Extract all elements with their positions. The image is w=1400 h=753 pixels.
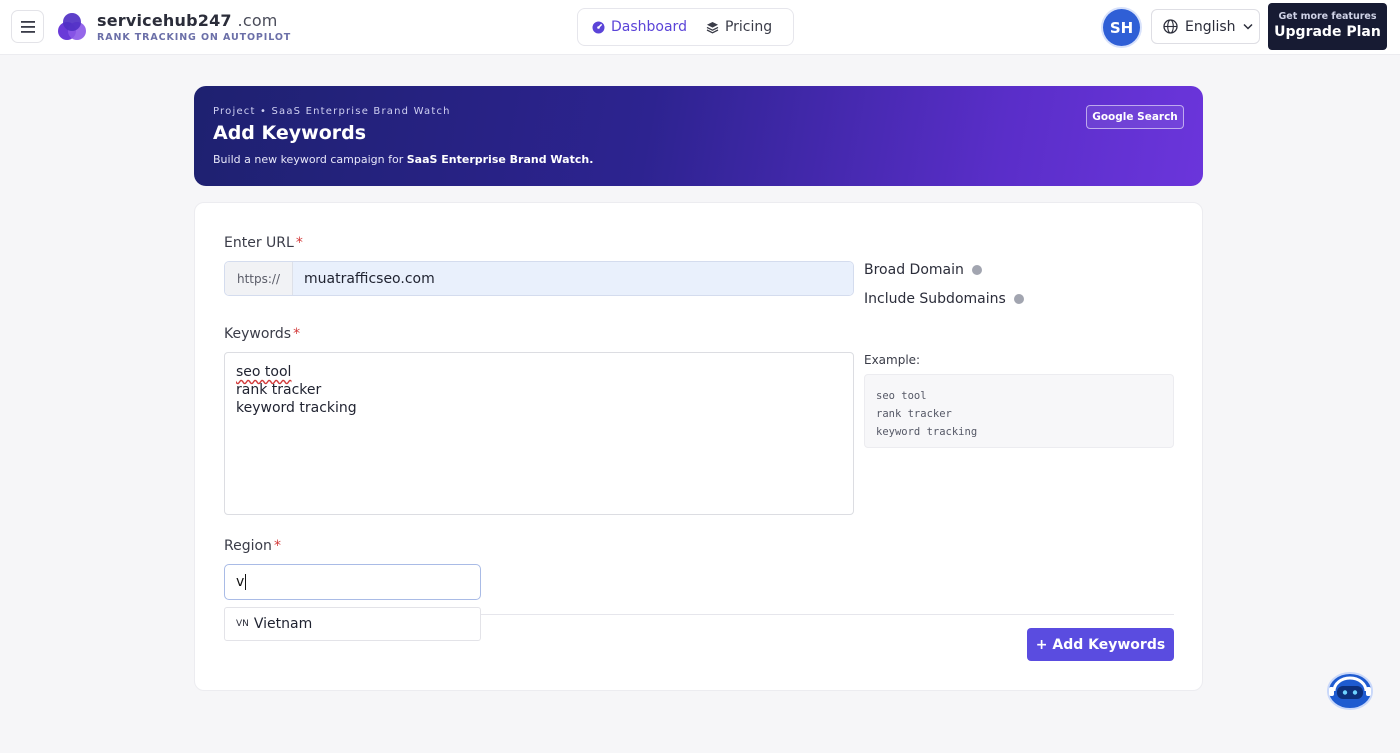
required-mark: * <box>295 235 303 251</box>
chevron-down-icon <box>1243 23 1253 30</box>
region-label-text: Region <box>224 538 272 554</box>
url-label-text: Enter URL <box>224 235 294 251</box>
brand-logo-icon[interactable] <box>56 11 88 43</box>
page-hero-banner: Project • SaaS Enterprise Brand Watch Ad… <box>194 86 1203 186</box>
add-keywords-form: Enter URL* https:// Broad Domain Include… <box>194 202 1203 691</box>
keyword-line: seo tool <box>236 363 842 381</box>
user-avatar[interactable]: SH <box>1103 9 1140 46</box>
keywords-label-text: Keywords <box>224 326 292 342</box>
country-code: VN <box>236 619 249 629</box>
breadcrumb: Project • SaaS Enterprise Brand Watch <box>213 106 451 117</box>
dashboard-icon <box>592 21 605 33</box>
text-caret <box>245 574 247 590</box>
keywords-textarea[interactable]: seo tool rank tracker keyword tracking <box>224 352 854 515</box>
region-suggestion-item[interactable]: VN Vietnam <box>224 607 481 641</box>
globe-icon <box>1163 19 1178 34</box>
layers-icon <box>706 21 719 34</box>
page-subtitle: Build a new keyword campaign for SaaS En… <box>213 153 593 166</box>
url-input[interactable] <box>293 262 853 295</box>
required-mark: * <box>273 538 281 554</box>
info-icon[interactable] <box>971 265 982 275</box>
example-line: rank tracker <box>876 408 952 420</box>
region-input-value: v <box>236 574 245 590</box>
hamburger-icon <box>20 20 35 33</box>
url-input-group: https:// <box>224 261 854 296</box>
broad-domain-label: Broad Domain <box>864 262 964 278</box>
upgrade-plan-button[interactable]: Get more features Upgrade Plan <box>1268 3 1387 50</box>
example-line: seo tool <box>876 390 927 402</box>
nav-dashboard[interactable]: Dashboard <box>578 19 696 35</box>
required-mark: * <box>293 326 301 342</box>
brand-tagline: RANK TRACKING ON AUTOPILOT <box>97 32 292 43</box>
region-label: Region * <box>224 538 281 554</box>
include-subdomains-label: Include Subdomains <box>864 291 1006 307</box>
keywords-label: Keywords * <box>224 326 300 342</box>
main-nav: Dashboard Pricing <box>577 8 794 46</box>
url-protocol-prefix: https:// <box>225 262 293 295</box>
upgrade-subtext: Get more features <box>1278 11 1377 22</box>
example-line: keyword tracking <box>876 426 978 438</box>
nav-pricing[interactable]: Pricing <box>696 19 781 35</box>
language-label: English <box>1185 18 1236 35</box>
menu-toggle-button[interactable] <box>11 10 44 43</box>
broad-domain-option[interactable]: Broad Domain <box>864 262 982 278</box>
keyword-line: keyword tracking <box>236 400 357 416</box>
chat-support-icon[interactable] <box>1325 670 1375 712</box>
add-keywords-button[interactable]: + Add Keywords <box>1027 628 1174 661</box>
keyword-line-text: seo tool <box>236 364 292 380</box>
search-engine-button[interactable]: Google Search <box>1086 105 1184 129</box>
brand-name[interactable]: servicehub247 .com <box>97 11 278 30</box>
subtitle-project: SaaS Enterprise Brand Watch. <box>406 153 594 166</box>
country-name: Vietnam <box>253 616 313 632</box>
include-subdomains-option[interactable]: Include Subdomains <box>864 291 1024 307</box>
brand-name-text: servicehub247 <box>97 11 232 30</box>
upgrade-label: Upgrade Plan <box>1274 24 1381 40</box>
language-select[interactable]: English <box>1151 9 1260 44</box>
nav-dashboard-label: Dashboard <box>611 19 687 35</box>
top-navbar: servicehub247 .com RANK TRACKING ON AUTO… <box>0 0 1400 55</box>
page-title: Add Keywords <box>213 122 367 144</box>
url-label: Enter URL * <box>224 235 303 251</box>
info-icon[interactable] <box>1013 294 1024 304</box>
example-box: seo tool rank tracker keyword tracking <box>864 374 1174 448</box>
nav-pricing-label: Pricing <box>724 19 773 35</box>
subtitle-prefix: Build a new keyword campaign for <box>213 153 407 166</box>
brand-tld: .com <box>237 11 278 30</box>
example-title: Example: <box>864 353 921 367</box>
region-input[interactable]: v <box>224 564 481 600</box>
keyword-line: rank tracker <box>236 382 322 398</box>
